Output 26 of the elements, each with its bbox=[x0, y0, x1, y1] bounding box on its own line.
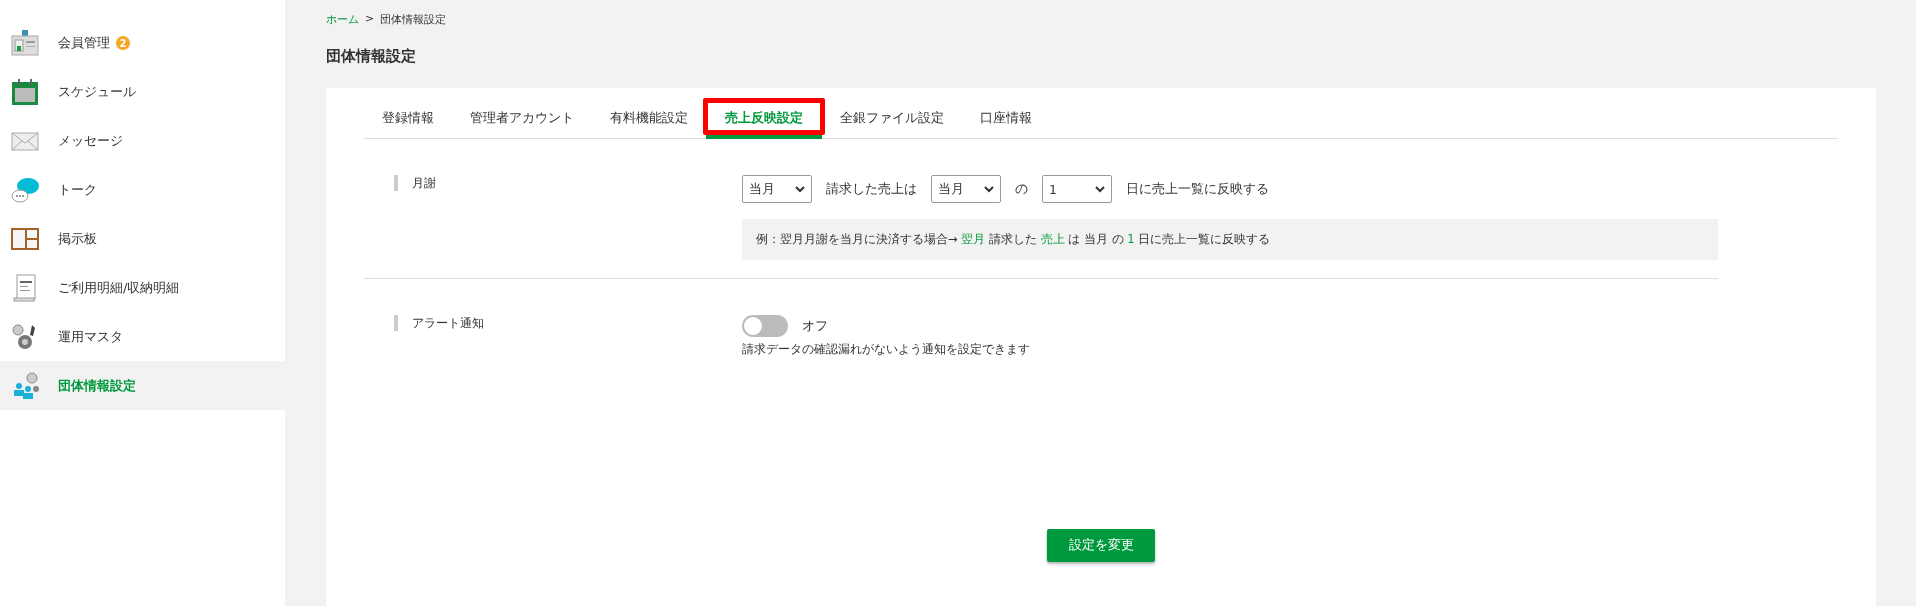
toggle-state: オフ bbox=[802, 317, 828, 335]
field-description: 請求データの確認漏れがないよう通知を設定できます bbox=[742, 341, 1031, 358]
id-card-icon bbox=[10, 27, 40, 58]
chevron-down-icon bbox=[984, 185, 994, 193]
tab[interactable]: 管理者アカウント bbox=[462, 102, 582, 139]
chevron-down-icon bbox=[795, 185, 805, 193]
count-badge: 2 bbox=[116, 36, 130, 50]
month-select[interactable]: 当月 bbox=[742, 175, 812, 203]
field-text: 日に売上一覧に反映する bbox=[1126, 180, 1269, 198]
page-title: 団体情報設定 bbox=[326, 47, 417, 66]
toggle-switch[interactable] bbox=[742, 315, 788, 337]
example-note: 例：翌月月謝を当月に決済する場合→ 翌月 請求した 売上 は 当月 の 1 日に売上一覧に反映する bbox=[742, 219, 1718, 260]
submit-button[interactable]: 設定を変更 bbox=[1047, 529, 1155, 562]
field-text: 請求した売上は bbox=[826, 180, 917, 198]
month-select[interactable]: 当月 bbox=[931, 175, 1001, 203]
tab[interactable]: 売上反映設定 bbox=[706, 102, 822, 139]
calendar-icon bbox=[10, 76, 40, 107]
chevron-down-icon bbox=[1095, 185, 1105, 193]
day-select[interactable]: 1 bbox=[1042, 175, 1112, 203]
breadcrumb-current: 団体情報設定 bbox=[380, 12, 447, 27]
tab[interactable]: 有料機能設定 bbox=[602, 102, 696, 139]
tab[interactable]: 登録情報 bbox=[374, 102, 442, 139]
breadcrumb-separator: > bbox=[365, 12, 375, 27]
tab[interactable]: 口座情報 bbox=[972, 102, 1040, 139]
tab[interactable]: 全銀ファイル設定 bbox=[832, 102, 952, 139]
field-text: の bbox=[1015, 180, 1028, 198]
